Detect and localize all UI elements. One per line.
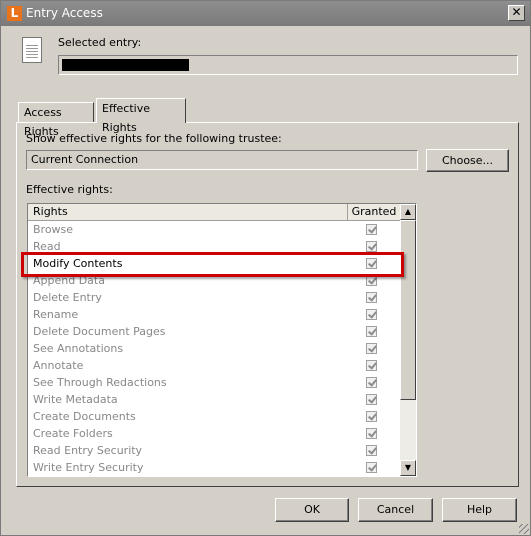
granted-checkbox[interactable] (366, 258, 377, 269)
right-name: Write Metadata (33, 393, 118, 406)
right-name: Create Documents (33, 410, 136, 423)
rights-row[interactable]: Write Entry Security (28, 459, 400, 476)
granted-checkbox[interactable] (366, 377, 377, 388)
rights-row[interactable]: Create Folders (28, 425, 400, 442)
granted-checkbox[interactable] (366, 445, 377, 456)
right-name: Delete Entry (33, 291, 102, 304)
ok-button[interactable]: OK (275, 498, 349, 522)
rights-row[interactable]: Rename (28, 306, 400, 323)
trustee-field: Current Connection (26, 150, 418, 170)
selected-entry-label: Selected entry: (58, 36, 142, 49)
right-name: Rename (33, 308, 79, 321)
granted-checkbox[interactable] (366, 241, 377, 252)
window-title: Entry Access (26, 6, 103, 20)
redacted-entry-value (62, 59, 189, 71)
vertical-scrollbar[interactable]: ▲ ▼ (400, 204, 416, 476)
cancel-button[interactable]: Cancel (358, 498, 433, 522)
document-icon (22, 37, 42, 63)
column-header-rights[interactable]: Rights (28, 204, 348, 221)
right-name: Read Entry Security (33, 444, 143, 457)
granted-checkbox[interactable] (366, 309, 377, 320)
title-bar[interactable]: L Entry Access ✕ (1, 1, 530, 26)
scroll-up-arrow-icon[interactable]: ▲ (400, 204, 416, 220)
granted-checkbox[interactable] (366, 292, 377, 303)
granted-checkbox[interactable] (366, 462, 377, 473)
right-name: Write Entry Security (33, 461, 144, 474)
rights-row[interactable]: Modify Contents (28, 255, 400, 272)
rights-row[interactable]: See Through Redactions (28, 374, 400, 391)
right-name: Create Folders (33, 427, 113, 440)
rights-row[interactable]: See Annotations (28, 340, 400, 357)
granted-checkbox[interactable] (366, 360, 377, 371)
column-header-granted[interactable]: Granted (348, 204, 400, 221)
right-name: Annotate (33, 359, 84, 372)
entry-access-dialog: L Entry Access ✕ Selected entry: Access … (0, 0, 531, 536)
tab-access-rights[interactable]: Access Rights (18, 102, 94, 138)
rights-row[interactable]: Browse (28, 221, 400, 238)
granted-checkbox[interactable] (366, 394, 377, 405)
close-button[interactable]: ✕ (508, 5, 525, 21)
right-name: Browse (33, 223, 74, 236)
effective-rights-label: Effective rights: (26, 183, 113, 196)
scroll-thumb[interactable] (400, 220, 416, 400)
rights-row[interactable]: Annotate (28, 357, 400, 374)
rights-rows: Browse Read Modify Contents Append Data Dele… (28, 221, 400, 476)
rights-row[interactable]: Delete Entry (28, 289, 400, 306)
granted-checkbox[interactable] (366, 275, 377, 286)
right-name: See Through Redactions (33, 376, 167, 389)
help-button[interactable]: Help (442, 498, 517, 522)
tab-effective-rights[interactable]: Effective Rights (96, 98, 186, 134)
right-name: Delete Document Pages (33, 325, 166, 338)
app-logo-icon: L (7, 6, 22, 21)
granted-checkbox[interactable] (366, 411, 377, 422)
trustee-label: Show effective rights for the following … (26, 132, 282, 145)
granted-checkbox[interactable] (366, 326, 377, 337)
right-name: Append Data (33, 274, 105, 287)
granted-checkbox[interactable] (366, 224, 377, 235)
granted-checkbox[interactable] (366, 343, 377, 354)
rights-row[interactable]: Delete Document Pages (28, 323, 400, 340)
selected-entry-field (58, 55, 518, 75)
resize-grip-icon[interactable] (519, 524, 529, 534)
effective-rights-list[interactable]: Rights Granted Browse Read Modify Contents… (27, 203, 417, 477)
rights-row[interactable]: Create Documents (28, 408, 400, 425)
right-name: See Annotations (33, 342, 124, 355)
granted-checkbox[interactable] (366, 428, 377, 439)
choose-button[interactable]: Choose... (426, 149, 509, 172)
scroll-down-arrow-icon[interactable]: ▼ (400, 460, 416, 476)
rights-row[interactable]: Read Entry Security (28, 442, 400, 459)
right-name: Read (33, 240, 61, 253)
rights-row[interactable]: Read (28, 238, 400, 255)
rights-row[interactable]: Write Metadata (28, 391, 400, 408)
right-name: Modify Contents (33, 257, 123, 270)
list-header: Rights Granted (28, 204, 400, 221)
rights-row[interactable]: Append Data (28, 272, 400, 289)
